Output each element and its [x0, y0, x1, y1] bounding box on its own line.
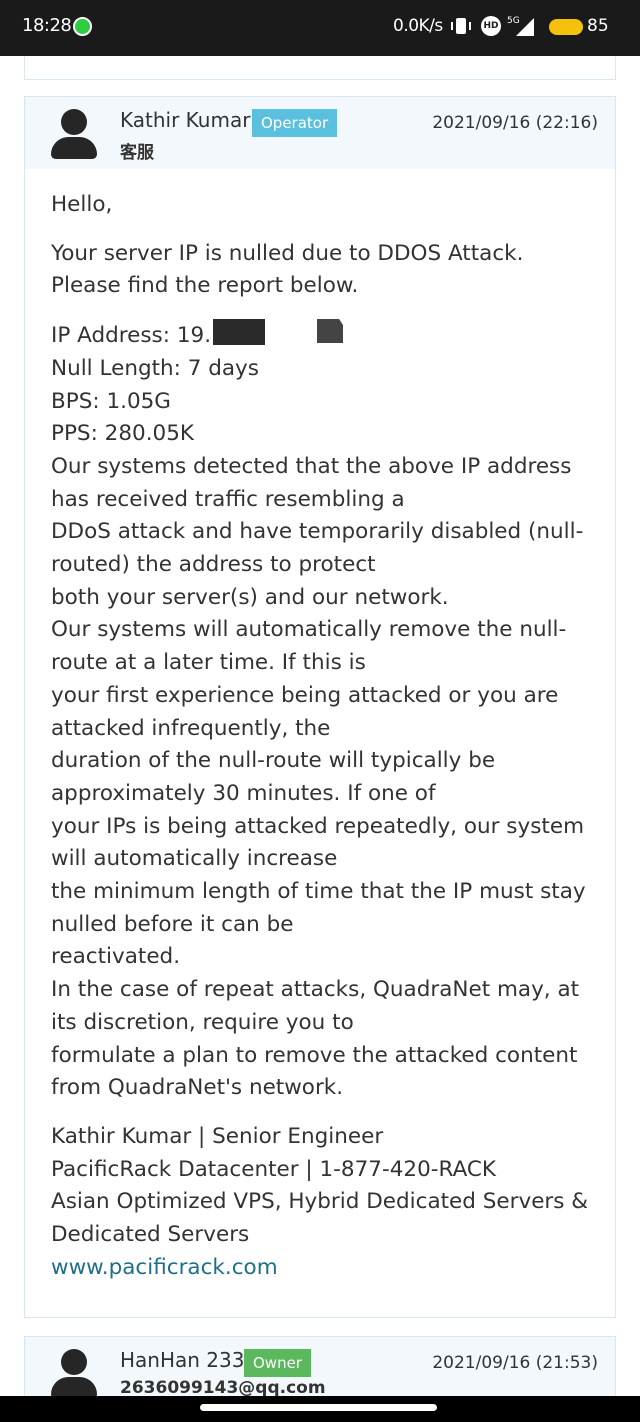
intro-line: Your server IP is nulled due to DDOS Att…	[51, 240, 524, 266]
reply-card: HanHan 233 Owner 2636099143@qq.com 2021/…	[24, 1336, 616, 1396]
avatar-icon	[51, 109, 97, 159]
navigation-bar	[0, 1396, 640, 1422]
ticket-page: Kathir Kumar Operator 客服 2021/09/16 (22:…	[0, 56, 640, 1396]
report-line: your IPs is being attacked repeatedly, o…	[51, 813, 585, 872]
reply-date: 2021/09/16 (21:53)	[432, 1353, 598, 1373]
website-link[interactable]: www.pacificrack.com	[51, 1255, 278, 1280]
author-email: 2636099143@qq.com	[120, 1378, 326, 1396]
report-line: Null Length: 7 days	[51, 355, 259, 381]
report-line: your first experience being attacked or …	[51, 682, 559, 741]
report-line: DDoS attack and have temporarily disable…	[51, 519, 584, 578]
signature-line: Asian Optimized VPS, Hybrid Dedicated Se…	[51, 1189, 589, 1248]
report-line: duration of the null-route will typicall…	[51, 748, 496, 806]
network-speed: 0.0K/s	[393, 16, 443, 36]
vibrate-icon	[451, 18, 471, 34]
report-line: PPS: 280.05K	[51, 421, 194, 447]
report-line: Our systems will automatically remove th…	[51, 617, 567, 676]
avatar-icon	[51, 1349, 97, 1396]
report-line: reactivated.	[51, 944, 181, 970]
report-line: Our systems detected that the above IP a…	[51, 453, 572, 512]
report-line: the minimum length of time that the IP m…	[51, 879, 586, 937]
operator-badge: Operator	[252, 109, 338, 137]
owner-badge: Owner	[244, 1349, 311, 1377]
report-line: In the case of repeat attacks, QuadraNet…	[51, 977, 580, 1035]
signal-5g-icon: 5G	[507, 16, 534, 36]
reply-message: Hello, Your server IP is nulled due to D…	[51, 189, 603, 1285]
greeting: Hello,	[51, 192, 113, 217]
signature-line: Kathir Kumar | Senior Engineer	[51, 1123, 384, 1149]
report-line: both your server(s) and our network.	[51, 584, 449, 610]
app-notification-icon	[73, 17, 92, 36]
reply-card: Kathir Kumar Operator 客服 2021/09/16 (22:…	[24, 96, 616, 1318]
previous-reply-card	[24, 56, 616, 80]
battery-icon	[549, 19, 583, 35]
ip-address-label: IP Address: 19.	[51, 323, 212, 349]
signal-label: 5G	[507, 16, 520, 26]
intro-line: Please find the report below.	[51, 273, 359, 299]
status-bar: 18:28 0.0K/s HD 5G 85	[0, 0, 640, 56]
reply-header: HanHan 233 Owner 2636099143@qq.com 2021/…	[25, 1337, 615, 1396]
reply-header: Kathir Kumar Operator 客服 2021/09/16 (22:…	[25, 97, 615, 169]
report-line: formulate a plan to remove the attacked …	[51, 1042, 578, 1101]
battery-level: 85	[587, 16, 609, 36]
author-name: Kathir Kumar	[120, 108, 251, 132]
redaction-box	[317, 319, 343, 343]
signature-line: PacificRack Datacenter | 1-877-420-RACK	[51, 1156, 497, 1182]
author-name: HanHan 233	[120, 1348, 245, 1372]
reply-date: 2021/09/16 (22:16)	[432, 113, 598, 133]
redaction-box	[213, 319, 266, 346]
hd-voice-icon: HD	[481, 16, 501, 36]
author-subtitle: 客服	[120, 143, 154, 163]
home-gesture-handle[interactable]	[200, 1404, 437, 1411]
clock: 18:28	[22, 15, 72, 36]
report-line: BPS: 1.05G	[51, 388, 171, 414]
